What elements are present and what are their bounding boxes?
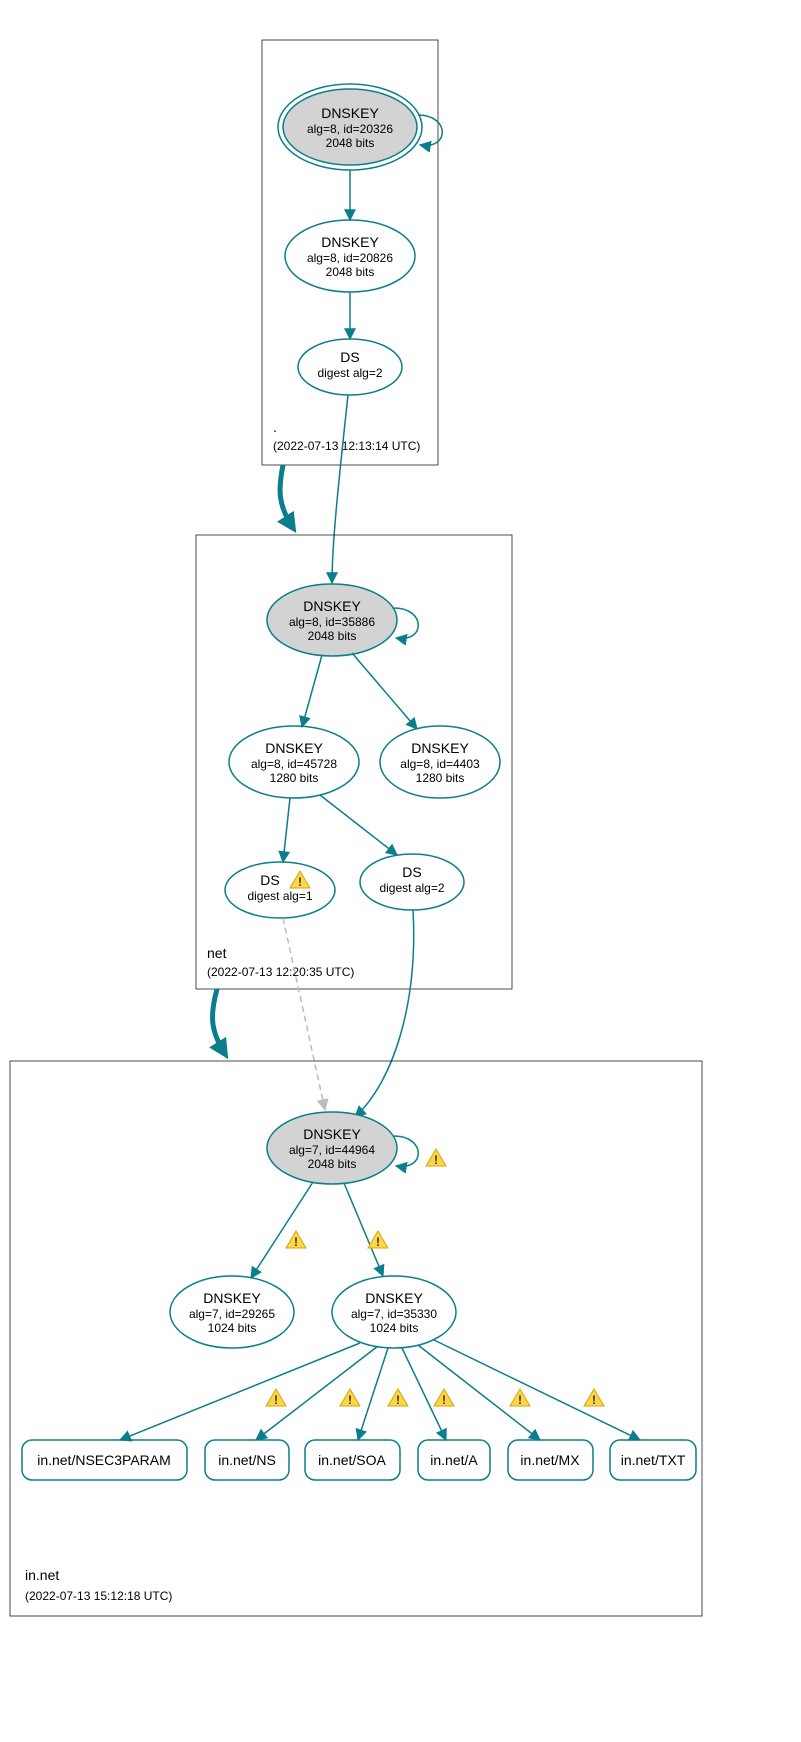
svg-text:alg=7, id=35330: alg=7, id=35330 [351,1307,437,1321]
svg-text:digest alg=1: digest alg=1 [247,889,312,903]
edge-zsk2-soa [358,1348,388,1440]
svg-text:DS: DS [402,864,421,880]
edge-net-ksk-zsk2 [352,653,417,729]
edge-zsk2-nsec3param [120,1343,360,1440]
rrset-ns: in.net/NS [205,1440,289,1480]
self-loop-innet-ksk [394,1136,418,1166]
node-net-ds1: DS digest alg=1 [225,862,335,918]
warning-icon [340,1389,360,1407]
edge-net-zsk-ds2 [320,795,397,855]
warning-icon [368,1231,388,1249]
node-innet-zsk2: DNSKEY alg=7, id=35330 1024 bits [332,1276,456,1348]
rrset-nsec3param: in.net/NSEC3PARAM [22,1440,187,1480]
warning-icon [510,1389,530,1407]
svg-text:in.net/MX: in.net/MX [520,1452,580,1468]
svg-text:1280 bits: 1280 bits [270,771,319,785]
warning-icon [286,1231,306,1249]
edge-innet-ksk-zsk2 [344,1183,383,1276]
svg-text:alg=8, id=20826: alg=8, id=20826 [307,251,393,265]
edge-net-ds1-innet-ksk [283,918,325,1110]
svg-text:DNSKEY: DNSKEY [303,1126,361,1142]
svg-text:DS: DS [260,872,279,888]
edge-net-zsk-ds1 [283,798,290,862]
node-net-zsk: DNSKEY alg=8, id=45728 1280 bits [229,726,359,798]
svg-text:alg=8, id=45728: alg=8, id=45728 [251,757,337,771]
svg-text:DNSKEY: DNSKEY [365,1290,423,1306]
node-net-ds2: DS digest alg=2 [360,854,464,910]
node-innet-zsk: DNSKEY alg=7, id=29265 1024 bits [170,1276,294,1348]
warning-icon [266,1389,286,1407]
rrset-mx: in.net/MX [508,1440,593,1480]
zone-time-root: (2022-07-13 12:13:14 UTC) [273,439,420,453]
svg-text:2048 bits: 2048 bits [308,1157,357,1171]
zone-label-innet: in.net [25,1567,59,1583]
rrset-a: in.net/A [418,1440,490,1480]
zone-time-net: (2022-07-13 12:20:35 UTC) [207,965,354,979]
node-net-zsk2: DNSKEY alg=8, id=4403 1280 bits [380,726,500,798]
dnssec-graph: ! DNSKEY alg=8, id=20326 2048 bits DNSKE… [0,0,801,1742]
delegation-root-net [280,465,293,528]
node-innet-ksk: DNSKEY alg=7, id=44964 2048 bits [267,1112,397,1184]
svg-text:DNSKEY: DNSKEY [411,740,469,756]
warning-icon [388,1389,408,1407]
svg-text:digest alg=2: digest alg=2 [379,881,444,895]
warning-icon [584,1389,604,1407]
svg-text:2048 bits: 2048 bits [308,629,357,643]
warning-icon [290,871,310,889]
zone-label-root: . [273,419,277,435]
rrset-txt: in.net/TXT [610,1440,696,1480]
svg-text:1024 bits: 1024 bits [370,1321,419,1335]
svg-text:DS: DS [340,349,359,365]
svg-text:2048 bits: 2048 bits [326,265,375,279]
node-net-ksk: DNSKEY alg=8, id=35886 2048 bits [267,584,397,656]
rrset-soa: in.net/SOA [305,1440,400,1480]
svg-text:alg=8, id=20326: alg=8, id=20326 [307,122,393,136]
edge-zsk2-txt [434,1340,640,1440]
edge-net-ds2-innet-ksk [355,910,414,1117]
svg-text:in.net/NSEC3PARAM: in.net/NSEC3PARAM [37,1452,171,1468]
zone-label-net: net [207,945,227,961]
svg-text:DNSKEY: DNSKEY [321,105,379,121]
svg-text:DNSKEY: DNSKEY [303,598,361,614]
svg-text:in.net/A: in.net/A [430,1452,478,1468]
delegation-net-innet [212,989,225,1054]
edge-net-ksk-zsk [302,655,322,727]
svg-text:alg=7, id=29265: alg=7, id=29265 [189,1307,275,1321]
svg-text:DNSKEY: DNSKEY [203,1290,261,1306]
svg-text:1280 bits: 1280 bits [416,771,465,785]
warning-icon [434,1389,454,1407]
svg-text:2048 bits: 2048 bits [326,136,375,150]
node-root-zsk: DNSKEY alg=8, id=20826 2048 bits [285,220,415,292]
svg-text:in.net/TXT: in.net/TXT [621,1452,686,1468]
svg-text:1024 bits: 1024 bits [208,1321,257,1335]
svg-text:alg=7, id=44964: alg=7, id=44964 [289,1143,375,1157]
edge-innet-ksk-zsk [251,1182,313,1278]
edge-root-ds-net-ksk [332,395,348,583]
self-loop-net-ksk [394,608,418,638]
node-root-ksk: DNSKEY alg=8, id=20326 2048 bits [278,84,422,170]
svg-text:DNSKEY: DNSKEY [321,234,379,250]
svg-text:alg=8, id=35886: alg=8, id=35886 [289,615,375,629]
warning-icon [426,1149,446,1167]
svg-text:in.net/NS: in.net/NS [218,1452,276,1468]
svg-text:digest alg=2: digest alg=2 [317,366,382,380]
zone-time-innet: (2022-07-13 15:12:18 UTC) [25,1589,172,1603]
svg-text:in.net/SOA: in.net/SOA [318,1452,386,1468]
svg-text:alg=8, id=4403: alg=8, id=4403 [400,757,480,771]
node-root-ds: DS digest alg=2 [298,339,402,395]
svg-text:DNSKEY: DNSKEY [265,740,323,756]
